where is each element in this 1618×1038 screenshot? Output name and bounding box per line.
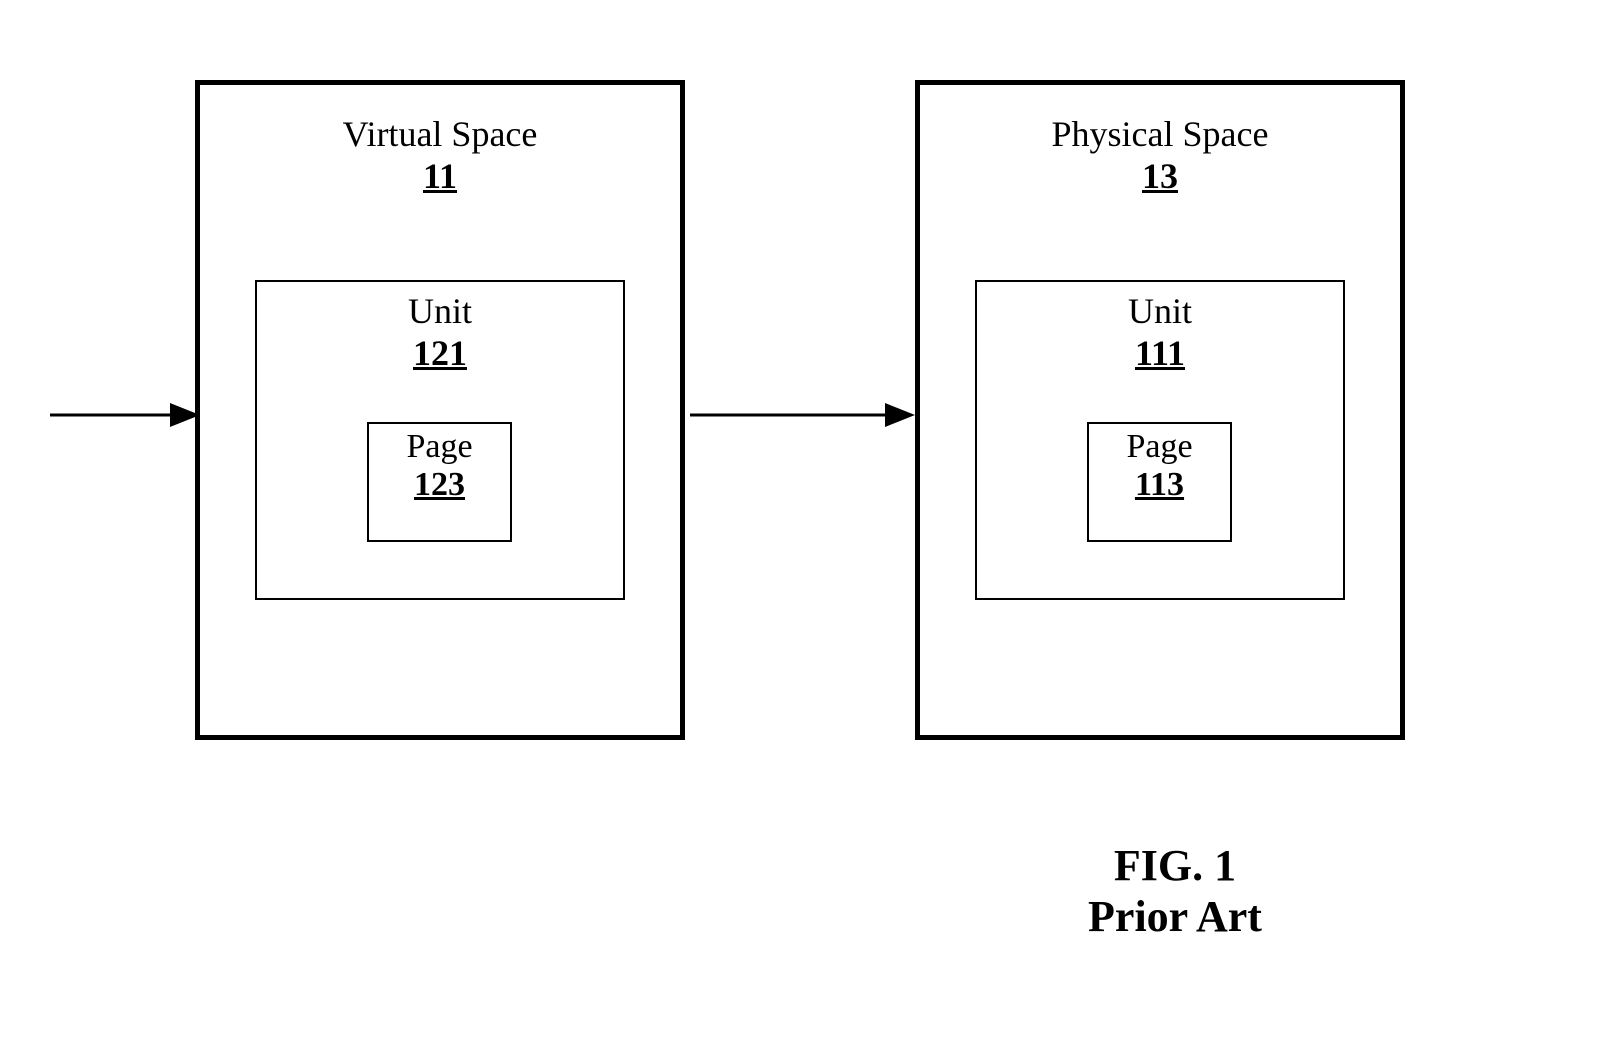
arrow-input bbox=[50, 395, 200, 435]
virtual-page-title: Page bbox=[369, 428, 510, 466]
physical-unit-ref: 111 bbox=[977, 332, 1343, 374]
physical-space-title: Physical Space bbox=[920, 113, 1400, 155]
virtual-space-ref: 11 bbox=[200, 155, 680, 197]
virtual-space-box: Virtual Space 11 Unit 121 Page 123 bbox=[195, 80, 685, 740]
virtual-unit-title: Unit bbox=[257, 290, 623, 332]
physical-unit-title: Unit bbox=[977, 290, 1343, 332]
physical-page-ref: 113 bbox=[1089, 466, 1230, 504]
physical-page-title: Page bbox=[1089, 428, 1230, 466]
physical-space-box: Physical Space 13 Unit 111 Page 113 bbox=[915, 80, 1405, 740]
physical-unit-box: Unit 111 Page 113 bbox=[975, 280, 1345, 600]
physical-space-header: Physical Space 13 bbox=[920, 85, 1400, 197]
physical-page-box: Page 113 bbox=[1087, 422, 1232, 542]
caption-line2: Prior Art bbox=[1000, 891, 1350, 942]
virtual-page-ref: 123 bbox=[369, 466, 510, 504]
figure-caption: FIG. 1 Prior Art bbox=[1000, 840, 1350, 942]
virtual-page-box: Page 123 bbox=[367, 422, 512, 542]
diagram-container: Virtual Space 11 Unit 121 Page 123 Physi… bbox=[0, 0, 1618, 1038]
caption-line1: FIG. 1 bbox=[1000, 840, 1350, 891]
virtual-space-title: Virtual Space bbox=[200, 113, 680, 155]
virtual-unit-box: Unit 121 Page 123 bbox=[255, 280, 625, 600]
physical-space-ref: 13 bbox=[920, 155, 1400, 197]
virtual-space-header: Virtual Space 11 bbox=[200, 85, 680, 197]
virtual-unit-ref: 121 bbox=[257, 332, 623, 374]
arrow-mapping bbox=[690, 395, 920, 435]
